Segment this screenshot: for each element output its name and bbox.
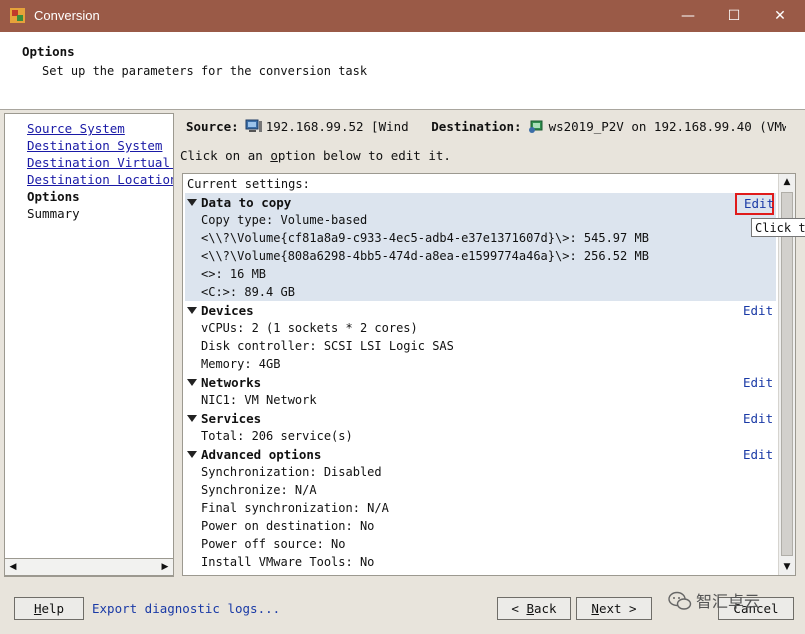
current-settings-header: Current settings: (187, 177, 310, 191)
setting-line: <C:>: 89.4 GB (201, 285, 295, 299)
back-button[interactable]: < Back (497, 597, 571, 620)
setting-line: Install VMware Tools: No (201, 555, 375, 569)
source-destination-line: Source: 192.168.99.52 [Wind Destination: w… (186, 119, 786, 134)
close-icon[interactable]: ✕ (757, 0, 803, 32)
page-subtitle: Set up the parameters for the conversion… (42, 64, 368, 78)
help-button[interactable]: Help (14, 597, 84, 620)
setting-line: <>: 16 MB (201, 267, 267, 281)
section-data-to-copy[interactable]: Data to copy (187, 195, 291, 210)
edit-tooltip: Click t (751, 218, 805, 237)
section-networks[interactable]: Networks (187, 375, 261, 390)
sidebar-item-options: Options (27, 189, 80, 204)
setting-line: NIC1: VM Network (201, 393, 317, 407)
wechat-logo-icon (668, 591, 692, 610)
scroll-up-icon[interactable]: ▲ (779, 174, 795, 190)
source-label: Source: (186, 119, 239, 134)
edit-services-link[interactable]: Edit (743, 411, 773, 426)
sidebar-item-destination-system[interactable]: Destination System (27, 138, 162, 153)
sidebar-item-destination-virtual-machine[interactable]: Destination Virtual M (27, 155, 173, 170)
section-advanced-options[interactable]: Advanced options (187, 447, 321, 462)
wechat-watermark: 智汇卓云 (668, 588, 785, 612)
window-title: Conversion (34, 8, 100, 23)
setting-line: <\\?\Volume{808a6298-4bb5-474d-a8ea-e159… (201, 249, 649, 263)
setting-line: Disk controller: SCSI LSI Logic SAS (201, 339, 454, 353)
setting-line: Copy type: Volume-based (201, 213, 368, 227)
destination-value: ws2019_P2V on 192.168.99.40 (VMw (548, 119, 786, 134)
collapse-triangle-icon[interactable] (187, 199, 197, 206)
instruction-text: Click on an option below to edit it. (180, 148, 451, 163)
collapse-triangle-icon[interactable] (187, 307, 197, 314)
sidebar-item-source-system[interactable]: Source System (27, 121, 125, 136)
export-diagnostic-logs-link[interactable]: Export diagnostic logs... (92, 601, 280, 616)
maximize-icon[interactable]: ☐ (711, 0, 757, 32)
physical-computer-icon (245, 119, 262, 132)
watermark-text: 智汇卓云 (696, 592, 761, 611)
current-settings-panel[interactable]: Current settings: Data to copy Edit Copy… (182, 173, 796, 576)
virtual-machine-icon (528, 120, 543, 133)
sidebar-horizontal-scrollbar[interactable]: ◀ ▶ (4, 558, 174, 576)
setting-line: Power off source: No (201, 537, 346, 551)
collapse-triangle-icon[interactable] (187, 415, 197, 422)
app-icon (10, 8, 25, 23)
wizard-steps-sidebar: Source System Destination System Destina… (4, 113, 174, 577)
setting-line: Power on destination: No (201, 519, 375, 533)
source-value: 192.168.99.52 [Wind (265, 119, 409, 134)
sidebar-item-destination-location[interactable]: Destination Location (27, 172, 173, 187)
setting-line: Synchronization: Disabled (201, 465, 382, 479)
edit-networks-link[interactable]: Edit (743, 375, 773, 390)
setting-line: vCPUs: 2 (1 sockets * 2 cores) (201, 321, 418, 335)
scroll-left-icon[interactable]: ◀ (5, 559, 21, 575)
collapse-triangle-icon[interactable] (187, 379, 197, 386)
setting-line: Synchronize: N/A (201, 483, 317, 497)
edit-data-to-copy-link[interactable]: Edit (735, 193, 774, 215)
window-titlebar: Conversion — ☐ ✕ (0, 0, 805, 32)
setting-line: Total: 206 service(s) (201, 429, 353, 443)
scrollbar-thumb[interactable] (781, 192, 793, 556)
next-button[interactable]: Next > (576, 597, 652, 620)
edit-advanced-options-link[interactable]: Edit (743, 447, 773, 462)
sidebar-item-summary: Summary (27, 206, 80, 221)
setting-line: Final synchronization: N/A (201, 501, 389, 515)
setting-line: <\\?\Volume{cf81a8a9-c933-4ec5-adb4-e37e… (201, 231, 649, 245)
destination-label: Destination: (431, 119, 522, 134)
edit-devices-link[interactable]: Edit (743, 303, 773, 318)
setting-line: Memory: 4GB (201, 357, 281, 371)
wizard-header: Options Set up the parameters for the co… (0, 32, 805, 110)
scroll-right-icon[interactable]: ▶ (157, 559, 173, 575)
scroll-down-icon[interactable]: ▼ (779, 559, 795, 575)
page-title: Options (22, 44, 75, 59)
section-services[interactable]: Services (187, 411, 261, 426)
section-devices[interactable]: Devices (187, 303, 254, 318)
collapse-triangle-icon[interactable] (187, 451, 197, 458)
minimize-icon[interactable]: — (665, 0, 711, 32)
